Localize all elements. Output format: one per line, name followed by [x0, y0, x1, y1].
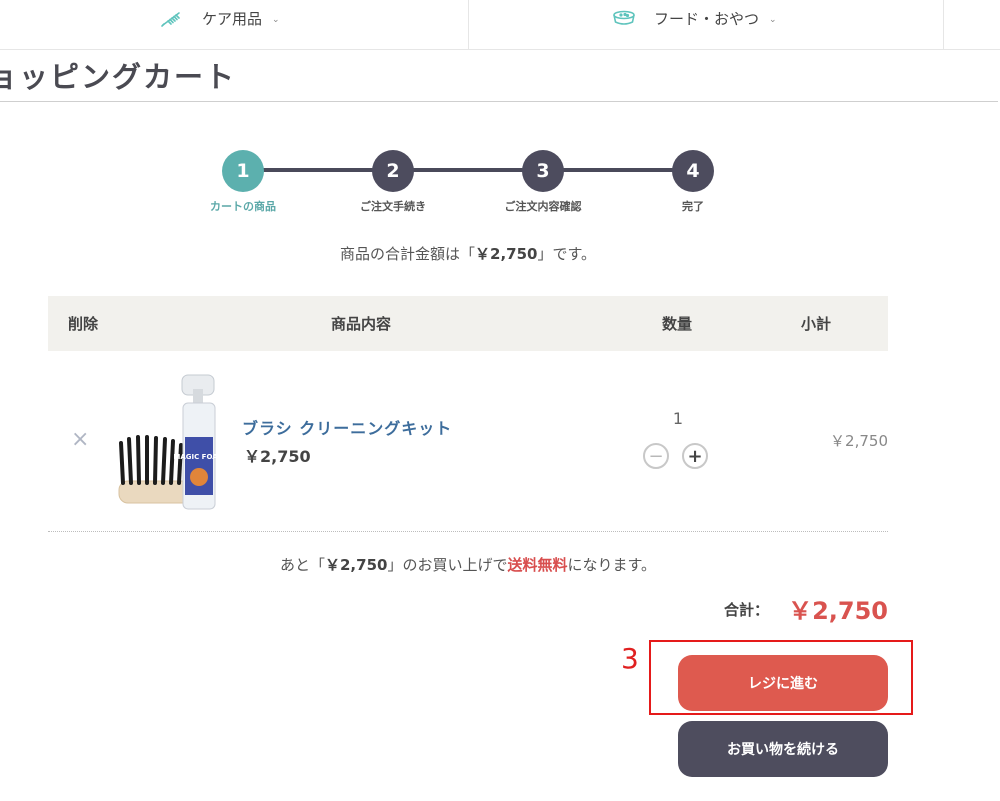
summary-prefix: 商品の合計金額は「	[340, 245, 476, 263]
nav-item-label: ケア用品	[202, 9, 263, 28]
category-nav: ケア用品 ⌄ フード・おやつ ⌄	[0, 0, 1000, 50]
nav-item-care[interactable]: ケア用品 ⌄	[160, 6, 280, 30]
row-divider	[48, 531, 888, 532]
decrease-quantity-button[interactable]: −	[643, 443, 669, 469]
step-number: 2	[372, 150, 414, 192]
step-progress-line	[243, 168, 693, 172]
free-shipping-message: あと「￥2,750」のお買い上げで送料無料になります。	[0, 554, 936, 575]
step-cart: 1 カートの商品	[183, 150, 303, 214]
free-shipping-highlight: 送料無料	[507, 556, 568, 574]
product-unit-price: ￥2,750	[244, 447, 311, 466]
step-number: 1	[222, 150, 264, 192]
product-name-link[interactable]: ブラシ クリーニングキット	[242, 415, 452, 439]
page-title: ョッピングカート	[0, 60, 237, 94]
step-order-confirm: 3 ご注文内容確認	[483, 150, 603, 214]
cart-total-summary: 商品の合計金額は「￥2,750」です。	[0, 243, 936, 264]
header-product: 商品内容	[331, 315, 392, 333]
cart-table-header: 削除 商品内容 数量 小計	[48, 296, 888, 351]
header-subtotal: 小計	[801, 315, 832, 333]
step-number: 4	[672, 150, 714, 192]
nav-divider	[468, 0, 469, 49]
summary-amount: ￥2,750	[475, 245, 538, 263]
quantity-value: 1	[672, 409, 684, 428]
header-remove: 削除	[68, 315, 99, 333]
step-complete: 4 完了	[633, 150, 753, 214]
step-label: ご注文手続き	[360, 200, 426, 213]
food-bowl-icon	[612, 9, 636, 27]
shipping-prefix: あと「	[279, 556, 325, 574]
row-subtotal: ￥2,750	[830, 432, 888, 450]
shipping-middle: 」のお買い上げで	[387, 556, 508, 574]
product-image[interactable]: MAGIC FOAM	[113, 373, 225, 513]
shipping-suffix: になります。	[567, 556, 656, 574]
product-image-label: MAGIC FOAM	[173, 453, 224, 461]
step-label: カートの商品	[210, 200, 276, 213]
title-divider	[0, 101, 998, 102]
total-value: ￥2,750	[788, 597, 888, 625]
step-label: ご注文内容確認	[504, 200, 582, 213]
summary-suffix: 」です。	[537, 245, 596, 263]
continue-shopping-button[interactable]: お買い物を続ける	[678, 721, 888, 777]
checkout-button[interactable]: レジに進む	[678, 655, 888, 711]
brush-icon	[160, 8, 184, 28]
nav-item-label: フード・おやつ	[654, 9, 760, 28]
step-number: 3	[522, 150, 564, 192]
chevron-down-icon: ⌄	[272, 14, 280, 25]
chevron-down-icon: ⌄	[769, 14, 777, 25]
nav-divider	[943, 0, 944, 49]
nav-item-food[interactable]: フード・おやつ ⌄	[612, 6, 777, 30]
shipping-amount: ￥2,750	[325, 556, 388, 574]
increase-quantity-button[interactable]: +	[682, 443, 708, 469]
header-quantity: 数量	[662, 315, 693, 333]
remove-item-button[interactable]: ×	[71, 428, 89, 452]
annotation-number: 3	[621, 642, 639, 675]
step-order-procedure: 2 ご注文手続き	[333, 150, 453, 214]
step-label: 完了	[682, 200, 704, 213]
